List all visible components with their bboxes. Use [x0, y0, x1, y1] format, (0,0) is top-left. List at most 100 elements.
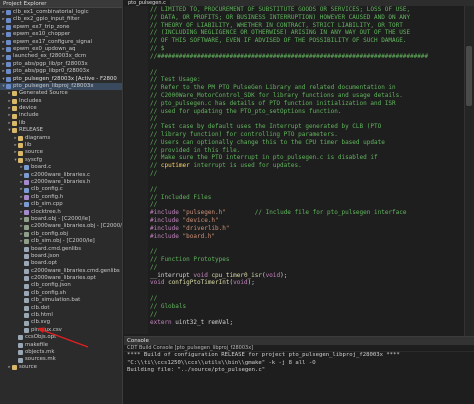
code-line[interactable]: __interrupt void cpu_timer0_isr(void);: [124, 271, 464, 280]
code-line[interactable]: // used for updating the PTO_pto_setOpti…: [124, 107, 464, 116]
tree-item[interactable]: ▸ epwm_ex0_updown_aq: [0, 46, 122, 53]
tree-item[interactable]: ▸ clb_ex2_gpio_input_filter: [0, 16, 122, 23]
tree-item[interactable]: clb_config.sh: [0, 290, 122, 297]
tree-item[interactable]: ▸ pto_abs/pgp_libpr0_f28003x: [0, 68, 122, 75]
console-tab[interactable]: Console: [124, 337, 474, 345]
tree-item[interactable]: ▸ board.c: [0, 164, 122, 171]
tree-item[interactable]: objects.mk: [0, 349, 122, 356]
code-line[interactable]: // Function Prototypes: [124, 256, 464, 264]
code-line[interactable]: // pto_pulsegen.c has details of PTO fun…: [124, 99, 464, 108]
tree-item[interactable]: ▸ source: [0, 364, 122, 371]
tree-item[interactable]: clb_config.json: [0, 282, 122, 289]
code-line[interactable]: //: [124, 185, 464, 194]
tree-item[interactable]: ▸ diagrams: [0, 135, 122, 142]
code-token: // DATA, OR PROFITS; OR BUSINESS INTERRU…: [150, 13, 411, 21]
code-line[interactable]: // THEORY OF LIABILITY, WHETHER IN CONTR…: [124, 21, 464, 30]
tree-item[interactable]: ▾ syscfg: [0, 157, 122, 164]
code-line[interactable]: [124, 326, 464, 335]
tree-item[interactable]: ▸ epwm_ex10_chopper: [0, 31, 122, 38]
code-line[interactable]: //: [124, 68, 464, 77]
tree-item[interactable]: ▸ Generated Source: [0, 90, 122, 97]
tree-item[interactable]: ▸ clb_ex1_combinatorial_logic: [0, 9, 122, 16]
code-line[interactable]: #include "device.h": [124, 216, 464, 225]
tree-item[interactable]: clb_simulation.bat: [0, 297, 122, 304]
code-line[interactable]: #include "board.h": [124, 232, 464, 241]
code-line[interactable]: //: [124, 248, 464, 256]
code-line[interactable]: // Included Files: [124, 193, 464, 202]
code-line[interactable]: //: [124, 310, 464, 319]
tree-item[interactable]: ▸ pto_abs/pgp_lib/pr_f28003x: [0, 61, 122, 68]
code-line[interactable]: //: [124, 295, 464, 303]
console-output[interactable]: **** Build of configuration RELEASE for …: [124, 352, 474, 375]
tree-item[interactable]: ▸ lib: [0, 120, 122, 127]
tree-item[interactable]: ▸ board.obj - [C2000/le]: [0, 216, 122, 223]
tree-item[interactable]: sources.mk: [0, 356, 122, 363]
code-line[interactable]: [124, 60, 464, 69]
code-line[interactable]: // LIMITED TO, PROCUREMENT OF SUBSTITUTE…: [124, 6, 464, 14]
code-line[interactable]: // Refer to the PM PTO PulseGen Library …: [124, 84, 464, 92]
code-line[interactable]: // cputimer interrupt is used for update…: [124, 162, 464, 171]
code-line[interactable]: // $: [124, 45, 464, 53]
code-line[interactable]: // C2000Ware_MotorControl_SDK for librar…: [124, 91, 464, 100]
tree-item[interactable]: ▾ pto_pulsegen_libproj_f28003x: [0, 82, 122, 91]
code-line[interactable]: // library function) for controlling PTO…: [124, 131, 464, 139]
tree-item-label: clb.svg: [31, 319, 51, 326]
code-line[interactable]: //: [124, 263, 464, 272]
tree-item[interactable]: ▸ clb_sim.cpp: [0, 201, 122, 208]
scrollbar-thumb[interactable]: [466, 46, 472, 106]
tree-item[interactable]: ▸ source: [0, 149, 122, 156]
code-line[interactable]: [124, 287, 464, 296]
code-line[interactable]: // OF THIS SOFTWARE, EVEN IF ADVISED OF …: [124, 37, 464, 46]
code-line[interactable]: [124, 177, 464, 186]
code-line[interactable]: // provided in this file.: [124, 146, 464, 155]
code-line[interactable]: // Test case by default uses the Interru…: [124, 123, 464, 131]
tree-item[interactable]: ▾ pto_pulsegen_f28003x [Active - F2800: [0, 76, 122, 83]
code-line[interactable]: #include "driverlib.h": [124, 224, 464, 233]
code-line[interactable]: #include "pulsegen.h" // Include file fo…: [124, 209, 464, 217]
tree-item[interactable]: makefile: [0, 342, 122, 349]
tree-item[interactable]: ▸ c2000ware_libraries.obj - [C2000/le]: [0, 223, 122, 230]
code-line[interactable]: // (INCLUDING NEGLIGENCE OR OTHERWISE) A…: [124, 29, 464, 38]
editor-vertical-scrollbar[interactable]: [464, 6, 474, 336]
code-line[interactable]: // Globals: [124, 302, 464, 311]
tree-item[interactable]: ▸ Includes: [0, 98, 122, 105]
code-line[interactable]: extern uint32_t remVal;: [124, 318, 464, 327]
tree-item[interactable]: ▸ launched_ex_f28003x_dcm: [0, 53, 122, 60]
code-line[interactable]: //: [124, 201, 464, 210]
code-area[interactable]: // LIMITED TO, PROCUREMENT OF SUBSTITUTE…: [124, 6, 464, 336]
code-line[interactable]: void configPtoTimerInt(void);: [124, 279, 464, 288]
tree-item[interactable]: clb.svg: [0, 319, 122, 326]
tree-item[interactable]: pinmux.csv: [0, 327, 122, 334]
tree-item[interactable]: ccsObjs.opt: [0, 334, 122, 341]
tree-item[interactable]: c2000ware_libraries.opt: [0, 275, 122, 282]
tree-item[interactable]: board.json: [0, 253, 122, 260]
project-explorer-tab[interactable]: Project Explorer: [0, 0, 122, 8]
tree-item[interactable]: c2000ware_libraries.cmd.genlibs: [0, 268, 122, 275]
code-line[interactable]: //: [124, 170, 464, 178]
tree-item[interactable]: ▾ RELEASE: [0, 127, 122, 134]
tree-item[interactable]: clb.dot: [0, 305, 122, 312]
code-line[interactable]: //######################################…: [124, 52, 464, 61]
tree-item[interactable]: ▸ clb_config.obj: [0, 231, 122, 238]
tree-item[interactable]: ▸ clocktree.h: [0, 209, 122, 216]
code-line[interactable]: [124, 240, 464, 249]
code-line[interactable]: // Make sure the PTO interrupt in pto_pu…: [124, 154, 464, 163]
code-line[interactable]: // Users can optionally change this to t…: [124, 138, 464, 147]
tree-item[interactable]: ▸ device: [0, 105, 122, 112]
tree-item[interactable]: ▸ clb_config.h: [0, 194, 122, 201]
tree-item[interactable]: ▸ epwm_ex17_configure_signal: [0, 39, 122, 46]
tree-item[interactable]: ▸ c2000ware_libraries.h: [0, 179, 122, 186]
tree-item[interactable]: ▸ epwm_ex7_trip_zone: [0, 24, 122, 31]
code-editor[interactable]: pto_pulsegen.c // LIMITED TO, PROCUREMEN…: [124, 0, 474, 336]
code-line[interactable]: //: [124, 115, 464, 124]
tree-item[interactable]: ▸ clb_config.c: [0, 186, 122, 193]
tree-item[interactable]: board.opt: [0, 260, 122, 267]
tree-item[interactable]: ▸ include: [0, 112, 122, 119]
code-line[interactable]: // DATA, OR PROFITS; OR BUSINESS INTERRU…: [124, 13, 464, 22]
tree-item[interactable]: board.cmd.genlibs: [0, 246, 122, 253]
code-line[interactable]: // Test Usage:: [124, 76, 464, 85]
tree-item[interactable]: ▸ lib: [0, 142, 122, 149]
tree-item[interactable]: ▸ clb_sim.obj - [C2000/le]: [0, 238, 122, 245]
tree-item[interactable]: clb.html: [0, 312, 122, 319]
tree-item[interactable]: ▸ c2000ware_libraries.c: [0, 172, 122, 179]
